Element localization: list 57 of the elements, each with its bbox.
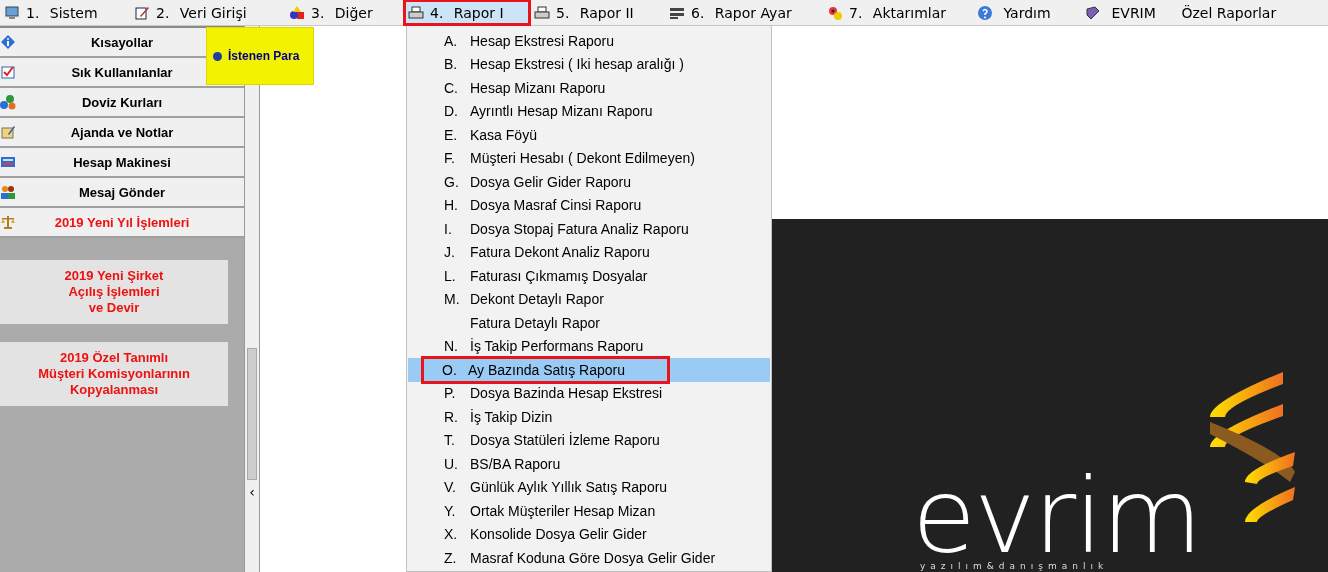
checklist-icon [0,64,16,80]
logo-tagline: yazılım&danışmanlık [919,560,1110,572]
menu-item[interactable]: 5. Rapor II [530,0,665,25]
menu-option[interactable]: F. Müşteri Hesabı ( Dekont Edilmeyen) [408,146,770,170]
calculator-icon [0,154,16,170]
menu-item[interactable]: Yardım [973,0,1081,25]
menu-item[interactable]: Özel Raporlar [1173,0,1328,25]
menu-option[interactable]: B. Hesap Ekstresi ( Iki hesap aralığı ) [408,52,770,76]
menu-option[interactable]: R. İş Takip Dizin [408,405,770,429]
menu-item[interactable]: 1. Sistem [0,0,130,25]
menu-option[interactable]: X. Konsolide Dosya Gelir Gider [408,522,770,546]
menu-option[interactable]: D. Ayrıntlı Hesap Mizanı Raporu [408,99,770,123]
menu-option[interactable]: N. İş Takip Performans Raporu [408,334,770,358]
sidebar-item[interactable]: Mesaj Gönder [0,178,244,208]
bullet-icon [213,51,222,61]
menu-item[interactable]: 2. Veri Girişi [130,0,285,25]
menu-option[interactable]: O. Ay Bazında Satış Raporu [408,358,770,382]
menu-option[interactable]: J. Fatura Dekont Analiz Raporu [408,240,770,264]
menu-item[interactable]: 6. Rapor Ayar [665,0,823,25]
collapse-arrow[interactable]: ‹ [249,484,255,500]
menu-option[interactable]: E. Kasa Föyü [408,123,770,147]
computer-icon [4,4,20,21]
menu-item[interactable]: 4. Rapor I [404,0,530,25]
menu-item[interactable]: 3. Diğer [285,0,404,25]
menu-option[interactable]: P. Dosya Bazinda Hesap Ekstresi [408,381,770,405]
pencil-icon [134,4,150,21]
menu-option[interactable]: H. Dosya Masraf Cinsi Raporu [408,193,770,217]
popup-tooltip[interactable]: İstenen Para [206,27,314,85]
menu-item[interactable]: EVRIM [1081,0,1173,25]
help-icon [977,4,993,21]
menu-option[interactable]: Fatura Detaylı Rapor [408,311,770,335]
menu-option[interactable]: C. Hesap Mizanı Raporu [408,76,770,100]
menu-option[interactable]: A. Hesap Ekstresi Raporu [408,29,770,53]
info-icon [0,34,16,50]
menu-item[interactable]: 7. Aktarımlar [823,0,973,25]
menu-option[interactable]: G. Dosya Gelir Gider Raporu [408,170,770,194]
menu-option[interactable]: Z. Masraf Koduna Göre Dosya Gelir Gider [408,546,770,570]
menu-option[interactable]: V. Günlük Aylık Yıllık Satış Raporu [408,475,770,499]
sidebar-item[interactable]: 2019 Yeni Yıl İşlemleri [0,208,244,238]
menu-option[interactable]: Y. Ortak Müşteriler Hesap Mizan [408,499,770,523]
menu-option[interactable]: I. Dosya Stopaj Fatura Analiz Raporu [408,217,770,241]
people-icon [0,184,16,200]
logo-wordmark: evrim [912,472,1201,560]
scales-icon [0,214,16,230]
coins-icon [0,94,16,110]
notepad-icon [0,124,16,140]
sidebar-item[interactable]: Hesap Makinesi [0,148,244,178]
shapes-icon [289,4,305,21]
printer-icon [534,4,550,21]
printer-icon [408,4,424,21]
sidebar-item[interactable]: Ajanda ve Notlar [0,118,244,148]
menu-option[interactable]: T. Dosya Statüleri İzleme Raporu [408,428,770,452]
scrollbar-thumb[interactable] [247,348,257,480]
sidebar-item[interactable]: Doviz Kurları [0,88,244,118]
menu-option[interactable]: L. Faturası Çıkmamış Dosyalar [408,264,770,288]
menu-option[interactable]: M. Dekont Detaylı Rapor [408,287,770,311]
menu-option[interactable]: U. BS/BA Raporu [408,452,770,476]
